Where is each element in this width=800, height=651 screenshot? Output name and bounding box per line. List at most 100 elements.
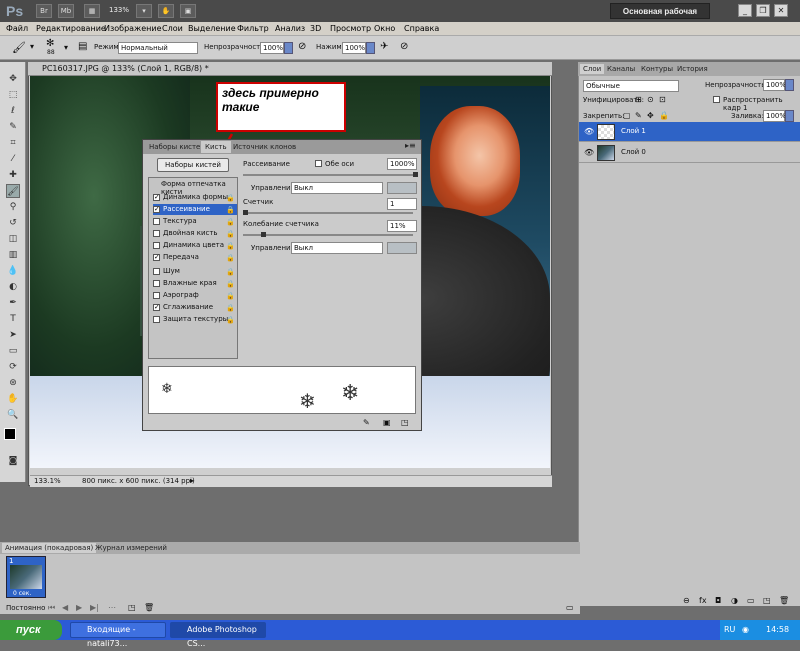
count-slider-knob[interactable] xyxy=(243,210,248,215)
layer-mask-icon[interactable]: ◘ xyxy=(715,596,721,605)
tab-history[interactable]: История xyxy=(674,64,711,74)
scatter-slider[interactable] xyxy=(243,174,413,176)
list-item[interactable]: Влажные края 🔒 xyxy=(153,278,237,289)
status-arrow-icon[interactable]: ▸ xyxy=(190,476,194,485)
trash-icon[interactable]: 🗑 xyxy=(779,596,789,605)
tab-brush-presets[interactable]: Наборы кистей xyxy=(145,141,209,153)
restore-icon[interactable]: ❐ xyxy=(756,4,770,17)
layer-row[interactable]: 👁 Слой 1 xyxy=(579,122,800,142)
panel-close-icon[interactable]: ▸≡ xyxy=(405,141,416,150)
brush-preset-icon[interactable]: ✻ xyxy=(46,38,54,49)
lock-pixels-icon[interactable]: ✎ xyxy=(635,111,642,120)
count-input[interactable]: 1 xyxy=(387,198,417,210)
3d-rotate-icon[interactable]: ⟳ xyxy=(6,360,20,374)
menu-3d[interactable]: 3D xyxy=(310,24,321,33)
propagate-checkbox[interactable] xyxy=(713,96,720,103)
lock-transparency-icon[interactable]: ▢ xyxy=(623,111,631,120)
pen-pressure-size-icon[interactable]: ⊘ xyxy=(400,41,408,52)
dodge-icon[interactable]: ◐ xyxy=(6,280,20,294)
shape-tool-icon[interactable]: ▭ xyxy=(6,344,20,358)
clock[interactable]: 14:58 xyxy=(766,625,789,634)
count-jitter-slider-knob[interactable] xyxy=(261,232,266,237)
timeline-toggle-icon[interactable]: ▭ xyxy=(566,603,574,612)
minimize-icon[interactable]: _ xyxy=(738,4,752,17)
bridge-icon[interactable]: Br xyxy=(36,4,52,18)
eyedropper-icon[interactable]: ⁄ xyxy=(6,152,20,166)
tray-icon[interactable]: ◉ xyxy=(742,625,749,634)
list-item[interactable]: Сглаживание🔒 xyxy=(153,302,237,313)
chevron-down-icon[interactable]: ▾ xyxy=(30,42,34,51)
list-item[interactable]: Динамика цвета 🔒 xyxy=(153,240,237,251)
healing-brush-icon[interactable]: ✚ xyxy=(6,168,20,182)
menu-edit[interactable]: Редактирование xyxy=(36,24,106,33)
group-icon[interactable]: ▭ xyxy=(747,596,755,605)
opacity-arrow[interactable] xyxy=(284,42,293,54)
mini-bridge-icon[interactable]: Mb xyxy=(58,4,74,18)
brush-panel-toggle-icon[interactable]: ▤ xyxy=(78,41,87,52)
duplicate-frame-icon[interactable]: ◳ xyxy=(128,603,136,612)
quick-select-icon[interactable]: ✎ xyxy=(6,120,20,134)
animation-frame[interactable]: 1 0 сек. xyxy=(6,556,46,598)
menu-analysis[interactable]: Анализ xyxy=(275,24,305,33)
language-indicator[interactable]: RU xyxy=(724,625,735,634)
document-tab[interactable]: PC160317.JPG @ 133% (Слой 1, RGB/8) * xyxy=(28,62,552,76)
toggle-bristle-preview-icon[interactable]: ✎ xyxy=(363,418,370,427)
prev-frame-icon[interactable]: ◀ xyxy=(62,603,68,612)
menu-filter[interactable]: Фильтр xyxy=(237,24,269,33)
unify-visibility-icon[interactable]: ⊙ xyxy=(647,95,654,104)
tab-clone-source[interactable]: Источник клонов xyxy=(229,141,300,153)
count-slider[interactable] xyxy=(243,212,413,214)
play-icon[interactable]: ▶ xyxy=(76,603,82,612)
opacity-input[interactable]: 100% xyxy=(260,42,284,54)
chevron-down-icon[interactable]: ▾ xyxy=(136,4,152,18)
trash-icon[interactable]: 🗑 xyxy=(144,603,154,612)
workspace-button[interactable]: Основная рабочая среда xyxy=(610,3,710,31)
list-item[interactable]: Шум 🔒 xyxy=(153,266,237,277)
scatter-value-input[interactable]: 1000% xyxy=(387,158,417,170)
adjustment-layer-icon[interactable]: ◑ xyxy=(731,596,738,605)
pressure-arrow[interactable] xyxy=(366,42,375,54)
unify-style-icon[interactable]: ⊡ xyxy=(659,95,666,104)
menu-layers[interactable]: Слои xyxy=(162,24,183,33)
move-tool-icon[interactable]: ✥ xyxy=(6,72,20,86)
scatter-slider-knob[interactable] xyxy=(413,172,418,177)
quick-mask-icon[interactable]: ◙ xyxy=(6,454,20,468)
tab-channels[interactable]: Каналы xyxy=(604,64,638,74)
fill-arrow[interactable] xyxy=(785,110,794,122)
pressure-input[interactable]: 100% xyxy=(342,42,366,54)
marquee-tool-icon[interactable]: ⬚ xyxy=(6,88,20,102)
create-preset-icon[interactable]: ▣ xyxy=(383,418,391,427)
foreground-color-swatch[interactable] xyxy=(4,428,16,440)
menu-window[interactable]: Окно xyxy=(374,24,395,33)
menu-file[interactable]: Файл xyxy=(6,24,28,33)
list-item[interactable]: Текстура 🔒 xyxy=(153,216,237,227)
close-icon[interactable]: ✕ xyxy=(774,4,788,17)
list-item[interactable]: Динамика формы🔒 xyxy=(153,192,237,203)
gradient-icon[interactable]: ▥ xyxy=(6,248,20,262)
arrange-documents-icon[interactable]: ▣ xyxy=(180,4,196,18)
layer-opacity-arrow[interactable] xyxy=(785,79,794,91)
control2-select[interactable]: Выкл xyxy=(291,242,383,254)
tab-layers[interactable]: Слои xyxy=(580,64,605,74)
eye-icon[interactable]: 👁 xyxy=(584,127,594,136)
blur-icon[interactable]: 💧 xyxy=(6,264,20,278)
brush-tool-icon[interactable]: 🖌 xyxy=(12,41,26,54)
eye-icon[interactable]: 👁 xyxy=(584,148,594,157)
first-frame-icon[interactable]: ⏮ xyxy=(48,603,55,613)
type-tool-icon[interactable]: T xyxy=(6,312,20,326)
tab-measurement-log[interactable]: Журнал измерений xyxy=(92,543,170,553)
tab-brush[interactable]: Кисть xyxy=(201,141,231,153)
zoom-level[interactable]: 133% xyxy=(106,4,132,18)
brush-presets-button[interactable]: Наборы кистей xyxy=(157,158,229,172)
path-select-icon[interactable]: ➤ xyxy=(6,328,20,342)
hand-icon[interactable]: ✋ xyxy=(158,4,174,18)
menu-help[interactable]: Справка xyxy=(404,24,439,33)
link-layers-icon[interactable]: ⊖ xyxy=(683,596,690,605)
taskbar-item-mail[interactable]: Входящие - natali73... xyxy=(70,622,166,648)
airbrush-icon[interactable]: ✈ xyxy=(380,41,388,52)
view-extras-icon[interactable]: ▦ xyxy=(84,4,100,18)
new-brush-icon[interactable]: ◳ xyxy=(401,418,409,427)
clone-stamp-icon[interactable]: ⚲ xyxy=(6,200,20,214)
new-layer-icon[interactable]: ◳ xyxy=(763,596,771,605)
brush-tool-icon[interactable]: 🖌 xyxy=(6,184,20,198)
